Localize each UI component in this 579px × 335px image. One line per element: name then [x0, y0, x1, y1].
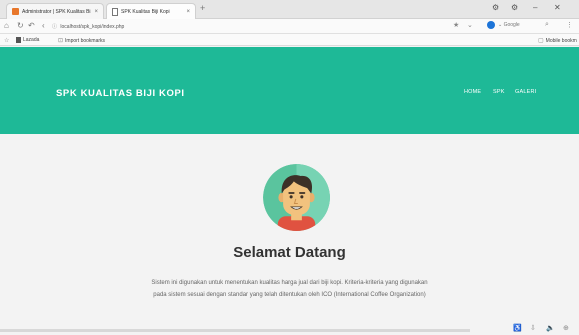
zoom-icon[interactable]: ⊕ [563, 324, 569, 332]
site-navbar: SPK KUALITAS BIJI KOPI HOME SPK GALERI [0, 47, 579, 134]
browser-status-bar: ♿ ⇩ 🔈 ⊕ [0, 320, 579, 335]
folder-icon: ▢ [538, 38, 544, 44]
search-engine-name: Google [503, 22, 520, 28]
home-icon[interactable]: ⌂ [4, 21, 9, 30]
star-icon[interactable]: ★ [453, 21, 459, 29]
bookmark-import[interactable]: ⊡ Import bookmarks [58, 37, 106, 45]
back-icon[interactable]: ↶ [28, 21, 35, 30]
search-engine-icon [487, 21, 495, 29]
tab-close-icon[interactable]: × [186, 9, 190, 15]
more-menu-icon[interactable]: ⋮ [566, 21, 573, 29]
browser-tab-strip: Administrator | SPK Kualitas Bi... × SPK… [0, 0, 579, 19]
url-text: localhost/spk_kopi/index.php [60, 24, 125, 30]
nav-galeri[interactable]: GALERI [515, 89, 536, 95]
url-field[interactable]: ⓘ localhost/spk_kopi/index.php [52, 23, 124, 30]
account-icon[interactable]: ⚙ [511, 3, 518, 12]
description-line-2: pada sistem sesuai dengan standar yang t… [153, 292, 426, 298]
page-info-icon: ⓘ [52, 24, 58, 30]
bookmark-label: Lazada [23, 37, 40, 43]
bookmark-mobile[interactable]: ▢ Mobile bookm [538, 37, 577, 45]
import-icon: ⊡ [58, 38, 64, 44]
download-icon[interactable]: ⇩ [530, 324, 536, 332]
refresh-icon[interactable]: ↻ [17, 21, 24, 30]
browser-tab-spk[interactable]: SPK Kualitas Biji Kopi × [106, 3, 196, 19]
minimize-icon[interactable]: – [533, 3, 537, 12]
search-icon[interactable]: ⌕ [545, 21, 549, 29]
bookmark-label: Mobile bookm [545, 37, 577, 44]
browser-tab-admin[interactable]: Administrator | SPK Kualitas Bi... × [6, 3, 104, 19]
tab-close-icon[interactable]: × [94, 9, 98, 15]
site-brand[interactable]: SPK KUALITAS BIJI KOPI [56, 88, 185, 99]
lazada-icon [16, 37, 21, 43]
welcome-heading: Selamat Datang [233, 244, 346, 261]
nav-spk[interactable]: SPK [493, 89, 505, 95]
site-favicon-icon [12, 8, 19, 15]
horizontal-scrollbar[interactable] [0, 329, 470, 332]
accessibility-icon[interactable]: ♿ [513, 324, 522, 332]
description-line-1: Sistem ini digunakan untuk menentukan ku… [151, 280, 428, 286]
new-tab-button[interactable]: + [200, 3, 205, 13]
back-arrow-icon[interactable]: ‹ [42, 21, 45, 30]
shield-icon[interactable]: ⚙ [492, 3, 499, 12]
close-window-icon[interactable]: ✕ [554, 3, 561, 12]
bookmarks-bar: ☆ Lazada ⊡ Import bookmarks ▢ Mobile boo… [0, 34, 579, 46]
volume-icon[interactable]: 🔈 [546, 324, 555, 332]
tab-title: SPK Kualitas Biji Kopi [121, 8, 170, 15]
search-engine-selector[interactable]: ⌄ Google [487, 21, 520, 29]
bookmark-lazada[interactable]: Lazada [16, 37, 39, 43]
address-bar: ⌂ ↻ ↶ ‹ ⓘ localhost/spk_kopi/index.php ★… [0, 19, 579, 34]
bookmark-label: Import bookmarks [65, 37, 106, 44]
document-icon [112, 7, 118, 16]
avatar-illustration [263, 164, 330, 231]
tab-title: Administrator | SPK Kualitas Bi... [22, 8, 92, 15]
chevron-down-icon[interactable]: ⌄ [467, 21, 473, 29]
bookmark-star-icon[interactable]: ☆ [4, 37, 11, 44]
nav-home[interactable]: HOME [464, 89, 481, 95]
